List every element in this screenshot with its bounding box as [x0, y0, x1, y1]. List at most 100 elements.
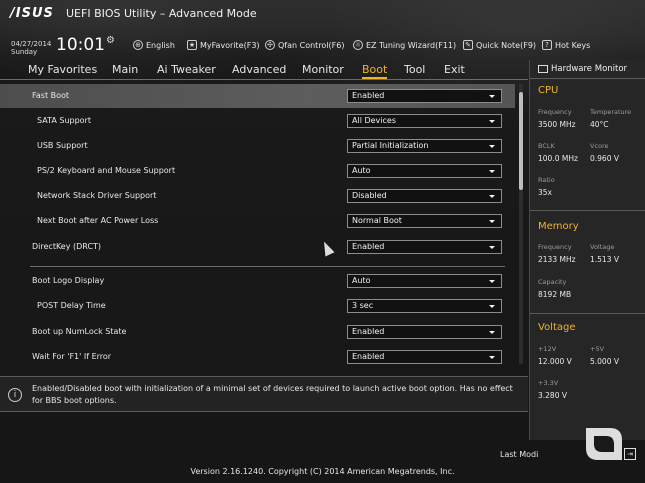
vcore-label: Vcore: [590, 142, 609, 150]
date-display: 04/27/2014 Sunday: [11, 40, 51, 56]
bclk-value: 100.0 MHz: [538, 154, 578, 163]
boot-logo-dropdown[interactable]: Auto: [347, 274, 502, 288]
cpu-frequency-label: Frequency: [538, 108, 572, 116]
setting-row-usb-support[interactable]: USB Support Partial Initialization: [0, 134, 515, 158]
cpu-temperature-value: 40°C: [590, 120, 609, 129]
v12-value: 12.000 V: [538, 357, 572, 366]
ez-tuning-label: EZ Tuning Wizard(F11): [366, 40, 457, 50]
dropdown-value: Auto: [352, 166, 371, 175]
language-label: English: [146, 40, 175, 50]
setting-row-numlock[interactable]: Boot up NumLock State Enabled: [0, 320, 515, 344]
tab-tool[interactable]: Tool: [404, 63, 425, 76]
usb-support-dropdown[interactable]: Partial Initialization: [347, 139, 502, 153]
setting-label: Network Stack Driver Support: [37, 191, 157, 200]
next-boot-dropdown[interactable]: Normal Boot: [347, 214, 502, 228]
setting-label: DirectKey (DRCT): [32, 242, 102, 251]
footer-bar: Last Modi ⇥ Version 2.16.1240. Copyright…: [0, 440, 645, 483]
clock: 10:01: [56, 35, 105, 55]
caret-down-icon: [489, 95, 495, 98]
last-modified-button[interactable]: Last Modi: [500, 450, 538, 459]
dropdown-value: 3 sec: [352, 301, 374, 310]
sata-support-dropdown[interactable]: All Devices: [347, 114, 502, 128]
gear-icon[interactable]: ⚙: [106, 35, 115, 46]
hot-keys-label: Hot Keys: [555, 40, 591, 50]
setting-row-post-delay[interactable]: POST Delay Time 3 sec: [0, 294, 515, 318]
hardware-monitor-panel: Hardware Monitor CPU Frequency Temperatu…: [529, 60, 645, 440]
directkey-dropdown[interactable]: Enabled: [347, 240, 502, 254]
caret-down-icon: [489, 246, 495, 249]
dropdown-value: Enabled: [352, 91, 385, 100]
hot-keys-button[interactable]: ? Hot Keys: [542, 40, 590, 50]
ratio-label: Ratio: [538, 176, 555, 184]
v5-label: +5V: [590, 345, 605, 353]
settings-scrollbar[interactable]: [519, 84, 523, 364]
memory-capacity-value: 8192 MB: [538, 290, 572, 299]
setting-label: SATA Support: [37, 116, 91, 125]
tab-boot[interactable]: Boot: [362, 63, 388, 79]
hw-divider: [530, 78, 645, 79]
quick-note-button[interactable]: ✎ Quick Note(F9): [463, 40, 536, 50]
memory-heading: Memory: [538, 221, 579, 232]
hardware-monitor-label: Hardware Monitor: [551, 64, 628, 74]
setting-label: Wait For 'F1' If Error: [32, 352, 112, 361]
tab-advanced[interactable]: Advanced: [232, 63, 286, 76]
tab-main[interactable]: Main: [112, 63, 138, 76]
tab-my-favorites[interactable]: My Favorites: [28, 63, 97, 76]
tab-monitor[interactable]: Monitor: [302, 63, 344, 76]
caret-down-icon: [489, 305, 495, 308]
voltage-heading: Voltage: [538, 322, 576, 333]
post-delay-dropdown[interactable]: 3 sec: [347, 299, 502, 313]
help-description: Enabled/Disabled boot with initializatio…: [32, 384, 513, 405]
language-button[interactable]: ⊕ English: [133, 40, 175, 50]
cpu-heading: CPU: [538, 85, 559, 96]
caret-down-icon: [489, 331, 495, 334]
setting-label: USB Support: [37, 141, 88, 150]
setting-row-wait-f1[interactable]: Wait For 'F1' If Error Enabled: [0, 345, 515, 369]
asus-logo: /ISUS: [10, 6, 54, 21]
title-bar: /ISUS UEFI BIOS Utility – Advanced Mode: [0, 0, 645, 30]
setting-row-network-stack[interactable]: Network Stack Driver Support Disabled: [0, 184, 515, 208]
ratio-value: 35x: [538, 188, 552, 197]
setting-row-sata-support[interactable]: SATA Support All Devices: [0, 109, 515, 133]
dropdown-value: Enabled: [352, 352, 385, 361]
app-title: UEFI BIOS Utility – Advanced Mode: [66, 7, 257, 20]
setting-row-directkey[interactable]: DirectKey (DRCT) Enabled: [0, 235, 515, 259]
caret-down-icon: [489, 220, 495, 223]
setting-row-boot-logo[interactable]: Boot Logo Display Auto: [0, 269, 515, 293]
qfan-control-button[interactable]: ✣ Qfan Control(F6): [265, 40, 344, 50]
ps2-support-dropdown[interactable]: Auto: [347, 164, 502, 178]
myfavorite-label: MyFavorite(F3): [200, 40, 260, 50]
wait-f1-dropdown[interactable]: Enabled: [347, 350, 502, 364]
caret-down-icon: [489, 170, 495, 173]
tab-ai-tweaker[interactable]: Ai Tweaker: [157, 63, 216, 76]
version-text: Version 2.16.1240. Copyright (C) 2014 Am…: [190, 467, 455, 476]
myfavorite-button[interactable]: ★ MyFavorite(F3): [187, 40, 260, 50]
setting-row-ps2-support[interactable]: PS/2 Keyboard and Mouse Support Auto: [0, 159, 515, 183]
setting-row-fast-boot[interactable]: Fast Boot Enabled: [0, 84, 515, 108]
numlock-dropdown[interactable]: Enabled: [347, 325, 502, 339]
caret-down-icon: [489, 280, 495, 283]
setting-label: Next Boot after AC Power Loss: [37, 216, 159, 225]
dropdown-value: Enabled: [352, 242, 385, 251]
section-divider: [30, 266, 505, 267]
memory-frequency-label: Frequency: [538, 243, 572, 251]
main-menu: My Favorites Main Ai Tweaker Advanced Mo…: [0, 60, 528, 80]
info-icon: i: [8, 388, 22, 402]
cpu-temperature-label: Temperature: [590, 108, 632, 116]
tab-exit[interactable]: Exit: [444, 63, 465, 76]
dropdown-value: Normal Boot: [352, 216, 402, 225]
network-stack-dropdown[interactable]: Disabled: [347, 189, 502, 203]
caret-down-icon: [489, 145, 495, 148]
help-key-icon: ?: [542, 40, 552, 50]
setting-row-next-boot[interactable]: Next Boot after AC Power Loss Normal Boo…: [0, 209, 515, 233]
memory-voltage-value: 1.513 V: [590, 255, 619, 264]
fast-boot-dropdown[interactable]: Enabled: [347, 89, 502, 103]
scrollbar-thumb[interactable]: [519, 92, 523, 190]
setting-label: PS/2 Keyboard and Mouse Support: [37, 166, 176, 175]
setting-label: Fast Boot: [32, 91, 70, 100]
vcore-value: 0.960 V: [590, 154, 619, 163]
dropdown-value: Disabled: [352, 191, 387, 200]
site-watermark-logo: [586, 428, 622, 460]
dropdown-value: Partial Initialization: [352, 141, 429, 150]
ez-tuning-wizard-button[interactable]: ☼ EZ Tuning Wizard(F11): [353, 40, 456, 50]
